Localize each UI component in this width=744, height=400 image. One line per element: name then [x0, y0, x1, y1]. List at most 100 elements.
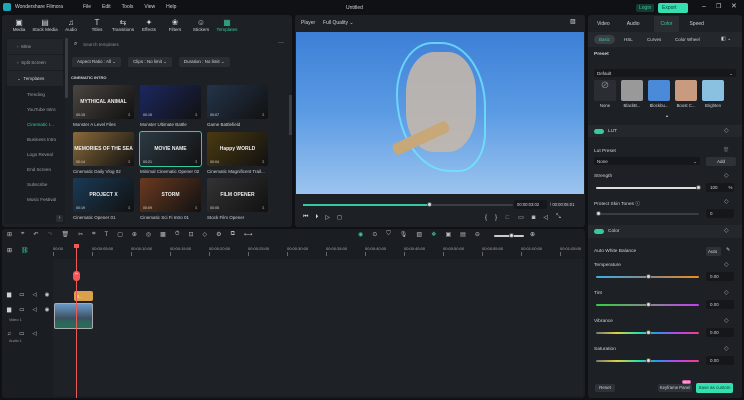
split-icon[interactable]: ⟷	[244, 231, 253, 238]
audio-stretch-icon[interactable]: ◇	[203, 231, 208, 238]
template-thumbnail[interactable]: MYTHICAL ANIMAL 00:15 ⇩	[73, 85, 134, 119]
play-icon[interactable]: ⏵	[315, 214, 318, 221]
template-card[interactable]: 00:07 ⇩ Game Battlefield	[207, 85, 268, 127]
preset-item[interactable]: Blockbu...	[648, 80, 670, 108]
pip-icon[interactable]: ▣	[445, 231, 451, 238]
menu-help[interactable]: Help	[166, 4, 176, 10]
voiceover-icon[interactable]: ▧	[416, 231, 422, 238]
adjust-keyframe-icon[interactable]: ◇	[724, 289, 729, 296]
lut-preset-dropdown[interactable]: None ⌄	[594, 157, 700, 165]
template-card[interactable]: Happy WORLD 00:04 ⇩ Cinematic Magnificent T…	[207, 132, 268, 174]
trash-icon[interactable]: 🗑	[723, 148, 729, 153]
clip-icon[interactable]: ⊏	[505, 214, 510, 221]
preset-item[interactable]: ⊘ None	[594, 80, 616, 108]
sidebar-item-mine[interactable]: › Mine	[7, 39, 63, 54]
tab-video[interactable]: Video	[597, 21, 610, 27]
mask-icon[interactable]: ▢	[117, 231, 123, 238]
template-thumbnail[interactable]: PROJECT X 00:19 ⇩	[73, 178, 134, 212]
subtab-basic[interactable]: Basic	[594, 35, 616, 44]
audio-icon[interactable]: ◁	[32, 331, 36, 337]
link-icon[interactable]: ⛓	[21, 247, 29, 254]
sidebar-sub-subscribe[interactable]: Subscribe	[5, 177, 65, 192]
cut-icon[interactable]: ✂	[78, 231, 83, 238]
collapse-sidebar-button[interactable]: ‹	[56, 215, 63, 222]
template-card[interactable]: STORM 00:09 ⇩ Cinematic Sci Fi Intro 01	[140, 178, 201, 220]
menu-edit[interactable]: Edit	[102, 4, 111, 10]
export-button[interactable]: Export	[658, 3, 688, 13]
playhead-handle[interactable]	[74, 244, 79, 248]
color-toggle[interactable]	[594, 229, 604, 234]
subtab-hsl[interactable]: HSL	[624, 37, 633, 42]
close-icon[interactable]: ✕	[731, 2, 737, 10]
eye-icon[interactable]: ◉	[45, 292, 50, 298]
render-icon[interactable]: ◉	[358, 231, 363, 238]
sidebar-item-split-screen[interactable]: › Split Screen	[7, 55, 63, 70]
sidebar-sub-music-festival[interactable]: Music Festival	[5, 192, 65, 207]
template-card[interactable]: MOVIE NAME 00:21 ⇩ Minimal Cinematic Opener…	[139, 131, 202, 174]
volume-icon[interactable]: ◁	[543, 214, 548, 221]
mark-in-icon[interactable]: {	[485, 215, 487, 221]
template-thumbnail[interactable]: STORM 00:09 ⇩	[140, 178, 201, 212]
adjust-value[interactable]: 0.00	[706, 356, 734, 365]
menu-file[interactable]: File	[83, 4, 91, 10]
mic-icon[interactable]: 🎙	[400, 231, 408, 238]
display-icon[interactable]: ▭	[518, 214, 524, 221]
snapshot-icon[interactable]: ▨	[570, 18, 576, 25]
tab-color[interactable]: Color	[653, 15, 680, 32]
template-card[interactable]: MEMORIES OF THE SEA 00:14 ⇩ Cinematic Daily…	[73, 132, 134, 174]
auto-sync-icon[interactable]: ❖	[431, 231, 436, 238]
maximize-icon[interactable]: ❐	[716, 3, 721, 10]
auto-wb-button[interactable]: Auto	[706, 247, 721, 256]
group-icon[interactable]: ⧉	[231, 231, 235, 238]
sidebar-sub-logo-reveal[interactable]: Logo Reveal	[5, 147, 65, 162]
adjust-value[interactable]: 0.00	[706, 328, 734, 337]
delete-icon[interactable]: 🗑	[61, 231, 69, 238]
time-ruler[interactable]: 00:00 00:00:05:00 00:00:10:00 00:00:15:00 00…	[53, 244, 583, 258]
add-lut-button[interactable]: Add	[706, 157, 736, 166]
zoom-in-icon[interactable]: ⊕	[530, 231, 535, 238]
green-screen-icon[interactable]: ▩	[160, 231, 166, 238]
undo-icon[interactable]: ↶	[33, 231, 38, 238]
ai-icon[interactable]: ⚙	[216, 231, 221, 238]
preset-item[interactable]: Boost C...	[675, 80, 697, 108]
adjust-keyframe-icon[interactable]: ◇	[724, 317, 729, 324]
audio-icon[interactable]: ◁	[32, 307, 36, 313]
search-input[interactable]: Search templates	[83, 42, 119, 47]
adjust-keyframe-icon[interactable]: ◇	[724, 261, 729, 268]
keyframe-panel-button[interactable]: Keyframe Panel	[658, 384, 692, 392]
subtab-color-wheel[interactable]: Color Wheel	[675, 37, 700, 42]
color-keyframe-icon[interactable]: ◇	[724, 227, 729, 234]
tab-filters[interactable]: ❀ Filters	[162, 18, 188, 33]
compare-icon[interactable]: ◧ ⌄	[721, 36, 731, 42]
adjust-slider[interactable]	[596, 274, 699, 279]
add-track-icon[interactable]: ⊞	[7, 247, 12, 254]
adjust-slider[interactable]	[596, 330, 699, 335]
video-preview[interactable]	[296, 32, 584, 194]
more-options-icon[interactable]: ···	[278, 40, 284, 46]
tab-media[interactable]: ▣ Media	[6, 18, 32, 33]
quality-dropdown[interactable]: Full Quality ⌄	[323, 20, 354, 26]
aspect-ratio-filter[interactable]: Aspect Ratio : All ⌄	[72, 57, 122, 67]
template-card[interactable]: PROJECT X 00:19 ⇩ Cinematic Opener 01	[73, 178, 134, 220]
tab-effects[interactable]: ✦ Effects	[136, 18, 162, 33]
tab-transitions[interactable]: ⇆ Transitions	[110, 18, 136, 33]
speed-icon[interactable]: ⏱	[175, 231, 180, 238]
strength-slider[interactable]	[596, 185, 701, 190]
eye-icon[interactable]: ◉	[45, 307, 50, 313]
template-thumbnail[interactable]: MEMORIES OF THE SEA 00:14 ⇩	[73, 132, 134, 166]
split-scissors-icon[interactable]: ✂	[73, 271, 80, 281]
stabilize-icon[interactable]: ⊡	[189, 231, 194, 238]
lut-toggle[interactable]	[594, 129, 604, 134]
stop-icon[interactable]: ◻	[337, 214, 342, 221]
sidebar-scrollbar[interactable]	[65, 38, 68, 98]
preset-item[interactable]: BlackB...	[621, 80, 643, 108]
folder-icon[interactable]: ▭	[19, 331, 24, 337]
text-icon[interactable]: T	[105, 232, 109, 238]
menu-tools[interactable]: Tools	[122, 4, 134, 10]
reset-button[interactable]: Reset	[595, 384, 615, 392]
tab-audio[interactable]: ♫ Audio	[58, 18, 84, 33]
protect-skin-slider[interactable]	[596, 211, 699, 216]
eyedropper-icon[interactable]: ✎	[726, 248, 730, 253]
select-icon[interactable]: ⌖	[21, 231, 24, 238]
layout-icon[interactable]: ⊞	[7, 231, 12, 238]
